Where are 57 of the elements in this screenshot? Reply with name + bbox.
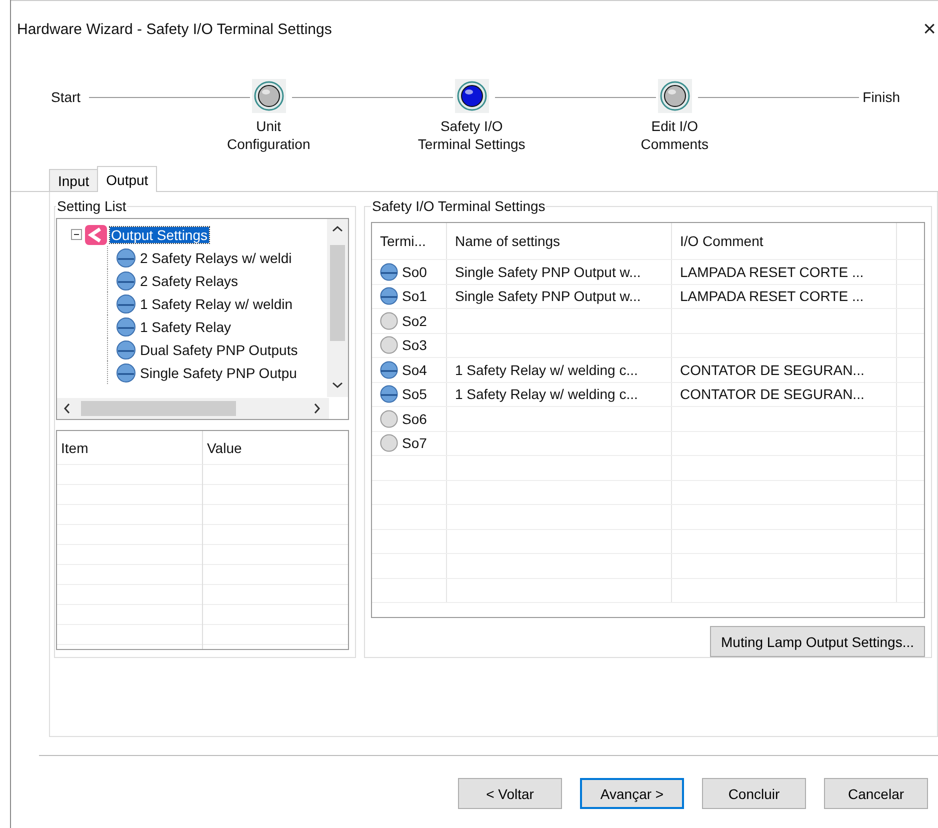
- table-cell: CONTATOR DE SEGURAN...: [680, 362, 864, 378]
- table-cell: So1: [402, 288, 427, 304]
- relay-icon: [116, 270, 136, 290]
- table-cell: So0: [402, 264, 427, 280]
- relay-icon: [116, 294, 136, 314]
- close-button[interactable]: ×: [921, 16, 938, 42]
- tree-item[interactable]: 1 Safety Relay: [139, 318, 232, 334]
- step-label: Edit I/O: [651, 117, 698, 135]
- column-header[interactable]: I/O Comment: [672, 223, 897, 259]
- table-cell: 1 Safety Relay w/ welding c...: [455, 362, 638, 378]
- relay-icon: [116, 362, 136, 382]
- group-title: Safety I/O Terminal Settings: [371, 198, 546, 214]
- column-header: Item: [57, 431, 203, 465]
- wizard-button[interactable]: Concluir: [702, 778, 806, 809]
- tree-item[interactable]: 2 Safety Relays: [139, 272, 240, 288]
- horizontal-scrollbar[interactable]: [57, 398, 329, 419]
- wizard-button[interactable]: Avançar >: [580, 778, 684, 809]
- tree-item[interactable]: Output Settings: [110, 226, 209, 242]
- table-cell: So4: [402, 362, 427, 378]
- table-cell: So5: [402, 386, 427, 402]
- relay-icon: [116, 340, 136, 360]
- vertical-scrollbar[interactable]: [327, 219, 348, 397]
- muting-lamp-settings-button[interactable]: Muting Lamp Output Settings...: [710, 626, 925, 657]
- table-cell: 1 Safety Relay w/ welding c...: [455, 386, 638, 402]
- tab[interactable]: Input: [49, 169, 98, 191]
- table-cell: CONTATOR DE SEGURAN...: [680, 386, 864, 402]
- wizard-button[interactable]: < Voltar: [458, 778, 562, 809]
- step-label: Safety I/O: [440, 117, 503, 135]
- step-label: Unit: [256, 117, 282, 135]
- step-label: Start: [51, 88, 81, 105]
- tree-item[interactable]: Single Safety PNP Outpu: [139, 364, 298, 380]
- column-header[interactable]: Name of settings: [447, 223, 672, 259]
- output-icon: [85, 224, 107, 244]
- table-cell: So6: [402, 410, 427, 427]
- tab[interactable]: Output: [97, 166, 158, 192]
- collapse-icon[interactable]: [71, 229, 82, 240]
- relay-icon: [116, 248, 136, 268]
- tree-item[interactable]: 2 Safety Relays w/ weldi: [139, 250, 293, 266]
- step-label: Configuration: [226, 135, 310, 153]
- column-header[interactable]: Termi...: [372, 223, 447, 259]
- step-label: Finish: [862, 88, 900, 105]
- window-title: Hardware Wizard - Safety I/O Terminal Settings: [17, 20, 332, 38]
- step-label: Comments: [640, 135, 708, 153]
- table-cell: LAMPADA RESET CORTE ...: [680, 288, 864, 304]
- table-cell: LAMPADA RESET CORTE ...: [680, 264, 864, 280]
- table-cell: Single Safety PNP Output w...: [455, 264, 641, 280]
- wizard-button[interactable]: Cancelar: [824, 778, 928, 809]
- step-label: Terminal Settings: [418, 135, 526, 153]
- column-header: Value: [203, 431, 348, 465]
- table-cell: So2: [402, 312, 427, 329]
- group-title: Setting List: [56, 198, 128, 214]
- table-cell: So3: [402, 337, 427, 354]
- tree-item[interactable]: Dual Safety PNP Outputs: [139, 342, 299, 358]
- relay-icon: [116, 316, 136, 336]
- tree-item[interactable]: 1 Safety Relay w/ weldin: [139, 296, 294, 312]
- table-cell: So7: [402, 435, 427, 452]
- table-cell: Single Safety PNP Output w...: [455, 288, 641, 304]
